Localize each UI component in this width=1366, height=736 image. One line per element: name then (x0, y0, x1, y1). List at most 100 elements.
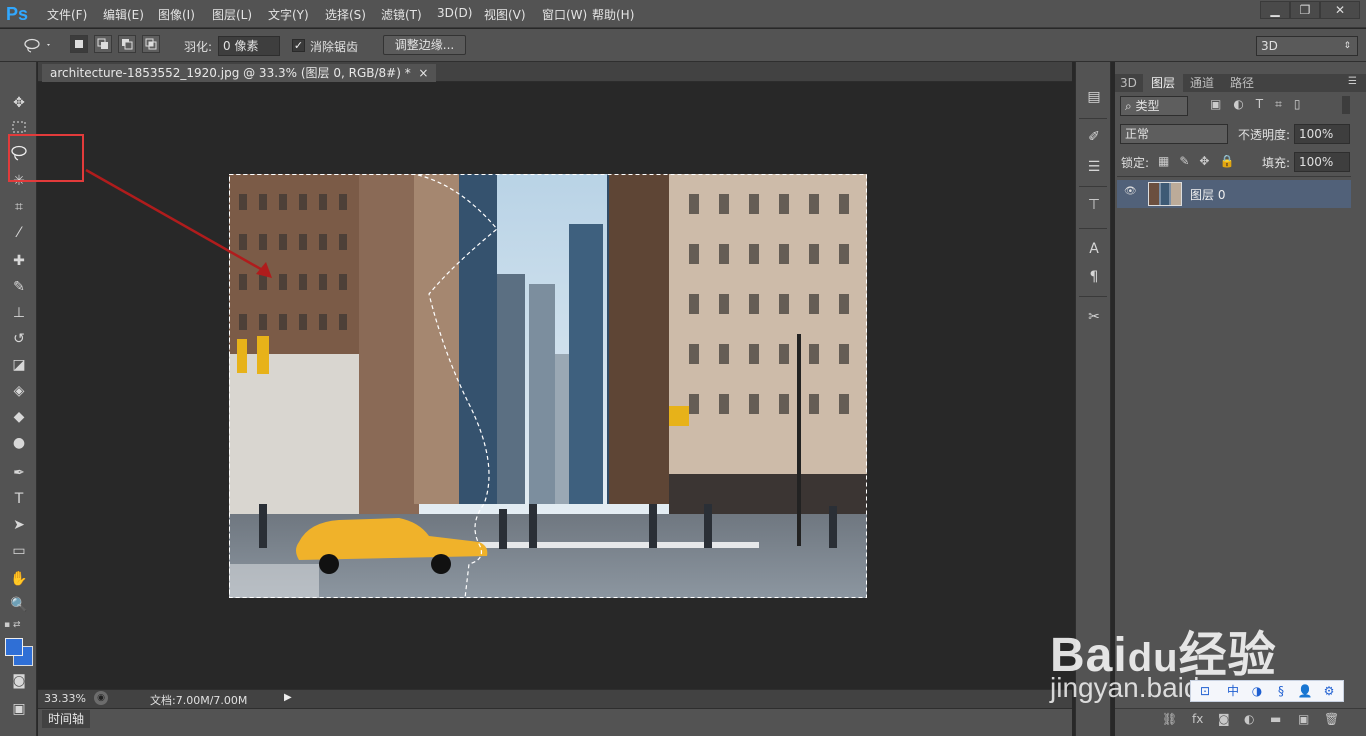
refine-edge-button[interactable]: 调整边缘... (383, 35, 466, 55)
workspace-select[interactable]: 3D ⇕ (1256, 36, 1358, 56)
menu-3d[interactable]: 3D(D) (437, 6, 472, 20)
pen-tool-icon[interactable]: ✒ (8, 462, 30, 484)
clone-source-icon[interactable]: ⊤ (1085, 196, 1103, 214)
add-selection-icon[interactable] (94, 35, 112, 53)
foreground-color-swatch[interactable] (5, 638, 23, 656)
character-panel-icon[interactable]: A (1085, 240, 1103, 258)
close-tab-icon[interactable]: × (418, 66, 428, 80)
path-selection-tool-icon[interactable]: ➤ (8, 514, 30, 536)
quick-mask-icon[interactable]: ◙ (8, 670, 30, 692)
subtract-selection-icon[interactable] (118, 35, 136, 53)
fill-input[interactable]: 100% (1294, 152, 1350, 172)
menu-view[interactable]: 视图(V) (484, 6, 526, 23)
healing-brush-tool-icon[interactable]: ✚ (8, 250, 30, 272)
layer-filter-select[interactable]: ⌕ 类型 (1120, 96, 1188, 116)
zoom-tool-icon[interactable]: 🔍 (8, 594, 30, 616)
ime-punct-icon[interactable]: ◑ (1248, 683, 1266, 699)
zoom-level[interactable]: 33.33% (44, 692, 86, 705)
tool-presets-icon[interactable]: ✂ (1085, 308, 1103, 326)
ime-user-icon[interactable]: 👤 (1296, 683, 1314, 699)
photoshop-logo: Ps (6, 4, 29, 24)
opacity-input[interactable]: 100% (1294, 124, 1350, 144)
intersect-selection-icon[interactable] (142, 35, 160, 53)
dodge-tool-icon[interactable]: ● (8, 432, 30, 454)
lock-label: 锁定: (1121, 156, 1150, 170)
history-brush-tool-icon[interactable]: ↺ (8, 328, 30, 350)
restore-button[interactable]: ❐ (1290, 1, 1320, 19)
layer-name[interactable]: 图层 0 (1190, 186, 1225, 203)
blur-tool-icon[interactable]: ◆ (8, 406, 30, 428)
filter-toggle[interactable] (1342, 96, 1350, 114)
separator (1079, 186, 1107, 187)
feather-label: 羽化: (184, 40, 213, 54)
filter-icons[interactable]: ▣◐T⌗▯ (1210, 97, 1313, 112)
status-menu-arrow-icon[interactable]: ▶ (284, 692, 296, 706)
paragraph-panel-icon[interactable]: ¶ (1085, 268, 1103, 286)
menu-help[interactable]: 帮助(H) (592, 6, 634, 23)
eyedropper-tool-icon[interactable]: ⁄ (8, 222, 30, 244)
panel-menu-icon[interactable]: ☰ (1348, 76, 1357, 87)
link-layers-icon[interactable]: ⛓ (1162, 712, 1177, 726)
menu-type[interactable]: 文字(Y) (268, 6, 309, 23)
separator (1117, 176, 1351, 177)
canvas-image[interactable] (229, 174, 867, 598)
separator (1079, 296, 1107, 297)
brush-presets-icon[interactable]: ✐ (1085, 128, 1103, 146)
brush-tool-icon[interactable]: ✎ (8, 276, 30, 298)
shape-tool-icon[interactable]: ▭ (8, 540, 30, 562)
timeline-panel (38, 708, 1072, 736)
menu-select[interactable]: 选择(S) (325, 6, 366, 23)
crop-tool-icon[interactable]: ⌗ (8, 196, 30, 218)
menu-edit[interactable]: 编辑(E) (103, 6, 144, 23)
search-icon: ⌕ (1125, 99, 1136, 113)
antialias-checkbox[interactable]: ✓ (292, 39, 305, 52)
opacity-label: 不透明度: (1238, 128, 1291, 142)
new-group-icon[interactable]: ▬ (1270, 712, 1281, 726)
fill-label: 填充: (1262, 156, 1291, 170)
add-mask-icon[interactable]: ◙ (1218, 712, 1230, 726)
clone-stamp-tool-icon[interactable]: ⊥ (8, 302, 30, 324)
history-panel-icon[interactable]: ▤ (1085, 88, 1103, 106)
delete-layer-icon[interactable]: 🗑 (1324, 712, 1339, 726)
menu-layer[interactable]: 图层(L) (212, 6, 252, 23)
layer-filter-value: 类型 (1135, 99, 1160, 113)
ime-logo-icon[interactable]: ⊡ (1196, 683, 1214, 699)
new-selection-icon[interactable] (70, 35, 88, 53)
separator (1079, 118, 1107, 119)
minimize-button[interactable]: ▁ (1260, 1, 1290, 19)
timeline-tab[interactable]: 时间轴 (42, 710, 91, 728)
separator (1079, 228, 1107, 229)
close-button[interactable]: ✕ (1320, 1, 1360, 19)
menu-image[interactable]: 图像(I) (158, 6, 195, 23)
screen-mode-icon[interactable]: ▣ (8, 698, 30, 720)
layer-style-icon[interactable]: fx (1192, 712, 1203, 726)
share-icon[interactable]: ◉ (94, 691, 108, 705)
adjustment-layer-icon[interactable]: ◐ (1244, 712, 1254, 726)
document-tab[interactable]: architecture-1853552_1920.jpg @ 33.3% (图… (42, 64, 437, 82)
move-tool-icon[interactable]: ✥ (8, 92, 30, 114)
swap-colors-icon[interactable]: ▪ ⇄ (4, 620, 34, 632)
layer-thumbnail (1148, 182, 1182, 206)
adjustments-icon[interactable]: ☰ (1085, 158, 1103, 176)
tab-layers[interactable]: 图层 (1143, 74, 1184, 92)
tab-paths[interactable]: 路径 (1230, 74, 1254, 92)
ime-settings-icon[interactable]: ⚙ (1320, 683, 1338, 699)
menu-filter[interactable]: 滤镜(T) (381, 6, 422, 23)
menu-file[interactable]: 文件(F) (47, 6, 87, 23)
menu-window[interactable]: 窗口(W) (542, 6, 587, 23)
new-layer-icon[interactable]: ▣ (1298, 712, 1309, 726)
eraser-tool-icon[interactable]: ◪ (8, 354, 30, 376)
blend-mode-select[interactable]: 正常 (1120, 124, 1228, 144)
paint-bucket-tool-icon[interactable]: ◈ (8, 380, 30, 402)
lasso-preset-icon[interactable] (22, 36, 52, 54)
hand-tool-icon[interactable]: ✋ (8, 568, 30, 590)
ime-language[interactable]: 中 (1224, 683, 1242, 699)
ime-voice-icon[interactable]: § (1272, 683, 1290, 699)
lock-icons[interactable]: ▦✎✥🔒 (1158, 154, 1244, 168)
tab-channels[interactable]: 通道 (1190, 74, 1214, 92)
annotation-arrow (85, 168, 272, 278)
feather-input[interactable]: 0 像素 (218, 36, 280, 56)
type-tool-icon[interactable]: T (8, 488, 30, 510)
tab-3d[interactable]: 3D (1120, 74, 1137, 92)
visibility-eye-icon[interactable]: 👁 (1124, 186, 1137, 197)
